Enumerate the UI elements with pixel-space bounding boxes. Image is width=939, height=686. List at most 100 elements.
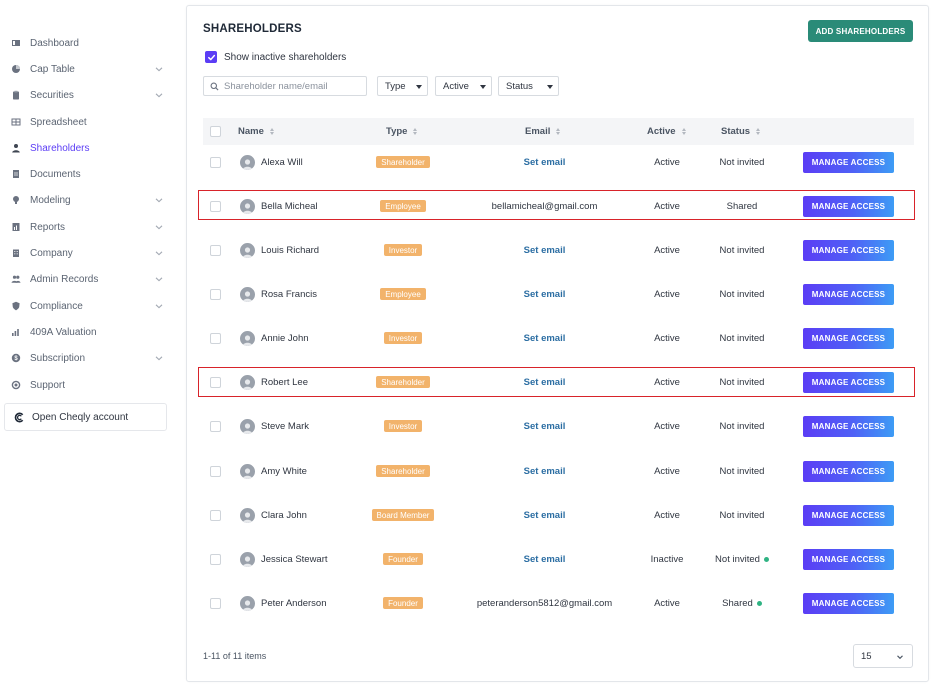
add-shareholders-button[interactable]: ADD SHAREHOLDERS bbox=[808, 20, 913, 42]
row-checkbox[interactable] bbox=[210, 465, 221, 477]
sidebar-item-modeling[interactable]: Modeling bbox=[10, 191, 170, 209]
checkbox-checked[interactable] bbox=[205, 51, 217, 63]
sidebar-item-shareholders[interactable]: Shareholders bbox=[10, 139, 170, 157]
set-email-link[interactable]: Set email bbox=[524, 157, 566, 168]
manage-access-button[interactable]: MANAGE ACCESS bbox=[803, 151, 894, 173]
sidebar-item-admin-records[interactable]: Admin Records bbox=[10, 270, 170, 288]
chevron-down-icon[interactable] bbox=[154, 301, 164, 311]
set-email-link[interactable]: Set email bbox=[524, 510, 566, 521]
search-field[interactable] bbox=[203, 76, 367, 96]
set-email-link[interactable]: Set email bbox=[524, 333, 566, 344]
cheqly-logo-icon bbox=[14, 412, 24, 422]
sidebar-item-reports[interactable]: Reports bbox=[10, 218, 170, 236]
row-checkbox-cell[interactable] bbox=[210, 228, 221, 272]
sort-icon[interactable] bbox=[681, 128, 686, 135]
sidebar-item-support[interactable]: Support bbox=[10, 376, 170, 394]
shareholder-name: Steve Mark bbox=[261, 420, 310, 432]
manage-access-button[interactable]: MANAGE ACCESS bbox=[803, 592, 894, 614]
manage-access-button[interactable]: MANAGE ACCESS bbox=[803, 283, 894, 305]
status-cell: Not invited bbox=[703, 537, 781, 581]
chevron-down-icon[interactable] bbox=[154, 248, 164, 258]
chevron-down-icon[interactable] bbox=[154, 222, 164, 232]
row-checkbox[interactable] bbox=[210, 288, 221, 300]
row-checkbox-cell[interactable] bbox=[210, 449, 221, 493]
sort-icon[interactable] bbox=[556, 128, 561, 135]
set-email-link[interactable]: Set email bbox=[524, 421, 566, 432]
chevron-down-icon[interactable] bbox=[154, 274, 164, 284]
report-icon bbox=[10, 221, 22, 233]
set-email-link[interactable]: Set email bbox=[524, 245, 566, 256]
page-size-select[interactable]: 15 bbox=[853, 644, 913, 668]
row-checkbox-cell[interactable] bbox=[210, 360, 221, 404]
manage-access-button[interactable]: MANAGE ACCESS bbox=[803, 239, 894, 261]
row-checkbox[interactable] bbox=[210, 420, 221, 432]
chevron-down-icon[interactable] bbox=[154, 90, 164, 100]
chevron-down-icon[interactable] bbox=[154, 195, 164, 205]
row-checkbox[interactable] bbox=[210, 376, 221, 388]
sidebar-item-securities[interactable]: Securities bbox=[10, 86, 170, 104]
manage-access-button[interactable]: MANAGE ACCESS bbox=[803, 460, 894, 482]
manage-access-button[interactable]: MANAGE ACCESS bbox=[803, 327, 894, 349]
active-value: Active bbox=[654, 156, 680, 168]
row-checkbox-cell[interactable] bbox=[210, 581, 221, 625]
show-inactive-toggle[interactable]: Show inactive shareholders bbox=[205, 51, 346, 63]
bulb-icon bbox=[10, 194, 22, 206]
manage-access-button[interactable]: MANAGE ACCESS bbox=[803, 415, 894, 437]
column-active-label: Active bbox=[647, 126, 676, 137]
type-filter-dropdown[interactable]: Type bbox=[377, 76, 428, 96]
manage-access-button[interactable]: MANAGE ACCESS bbox=[803, 195, 894, 217]
table-row: Bella Micheal Employee bellamicheal@gmail.… bbox=[187, 184, 930, 228]
sidebar-item-spreadsheet[interactable]: Spreadsheet bbox=[10, 113, 170, 131]
row-checkbox[interactable] bbox=[210, 200, 221, 212]
table-row: Jessica Stewart Founder Set email Inactive N… bbox=[187, 537, 930, 581]
select-all-checkbox[interactable] bbox=[210, 126, 221, 137]
shareholder-name: Robert Lee bbox=[261, 376, 309, 388]
sidebar-item-documents[interactable]: Documents bbox=[10, 165, 170, 183]
avatar bbox=[240, 154, 255, 170]
row-checkbox[interactable] bbox=[210, 332, 221, 344]
manage-access-button[interactable]: MANAGE ACCESS bbox=[803, 548, 894, 570]
email-cell: Set email bbox=[457, 404, 632, 448]
sidebar-item-409a-valuation[interactable]: 409A Valuation bbox=[10, 323, 170, 341]
row-checkbox[interactable] bbox=[210, 156, 221, 168]
row-checkbox[interactable] bbox=[210, 509, 221, 521]
row-checkbox-cell[interactable] bbox=[210, 316, 221, 360]
set-email-link[interactable]: Set email bbox=[524, 466, 566, 477]
chevron-down-icon[interactable] bbox=[154, 353, 164, 363]
sort-icon[interactable] bbox=[269, 128, 274, 135]
status-filter-dropdown[interactable]: Status bbox=[498, 76, 559, 96]
set-email-link[interactable]: Set email bbox=[524, 289, 566, 300]
sidebar-item-label: Company bbox=[30, 247, 73, 259]
row-checkbox-cell[interactable] bbox=[210, 537, 221, 581]
sidebar-item-cap-table[interactable]: Cap Table bbox=[10, 60, 170, 78]
row-checkbox-cell[interactable] bbox=[210, 140, 221, 184]
active-filter-dropdown[interactable]: Active bbox=[435, 76, 492, 96]
sort-icon[interactable] bbox=[413, 128, 418, 135]
sidebar-item-compliance[interactable]: Compliance bbox=[10, 297, 170, 315]
manage-access-button[interactable]: MANAGE ACCESS bbox=[803, 371, 894, 393]
set-email-link[interactable]: Set email bbox=[524, 377, 566, 388]
status-value: Not invited bbox=[719, 376, 765, 388]
sidebar-item-subscription[interactable]: $ Subscription bbox=[10, 349, 170, 367]
row-checkbox-cell[interactable] bbox=[210, 404, 221, 448]
status-cell: Not invited bbox=[703, 360, 781, 404]
row-checkbox-cell[interactable] bbox=[210, 493, 221, 537]
active-cell: Active bbox=[627, 316, 707, 360]
manage-access-button[interactable]: MANAGE ACCESS bbox=[803, 504, 894, 526]
avatar bbox=[240, 418, 255, 434]
chevron-down-icon[interactable] bbox=[154, 64, 164, 74]
table-row: Steve Mark Investor Set email Active Not inv… bbox=[187, 404, 930, 448]
open-cheqly-account-button[interactable]: Open Cheqly account bbox=[4, 403, 167, 431]
set-email-link[interactable]: Set email bbox=[524, 554, 566, 565]
sort-icon[interactable] bbox=[756, 128, 761, 135]
row-checkbox[interactable] bbox=[210, 597, 221, 609]
row-checkbox-cell[interactable] bbox=[210, 272, 221, 316]
sidebar-item-dashboard[interactable]: Dashboard bbox=[10, 34, 170, 52]
row-checkbox[interactable] bbox=[210, 244, 221, 256]
column-type-label: Type bbox=[386, 126, 408, 137]
sidebar-item-label: Admin Records bbox=[30, 273, 99, 285]
row-checkbox[interactable] bbox=[210, 553, 221, 565]
sidebar-item-company[interactable]: Company bbox=[10, 244, 170, 262]
search-input[interactable] bbox=[224, 80, 364, 92]
row-checkbox-cell[interactable] bbox=[210, 184, 221, 228]
